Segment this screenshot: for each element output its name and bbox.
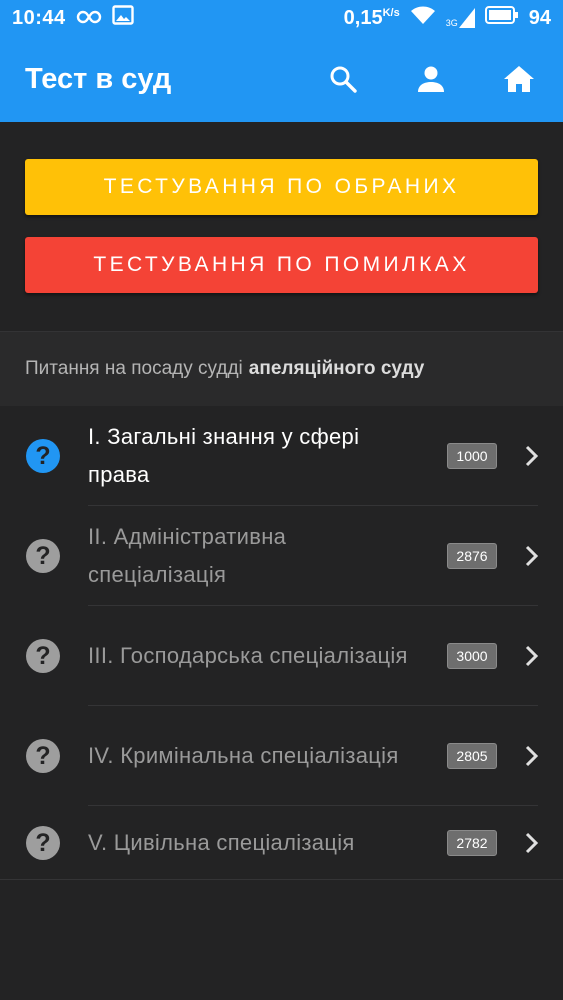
help-circle-icon: ?	[26, 639, 60, 673]
section-header-bold: апеляційного суду	[248, 358, 425, 379]
question-count-badge: 3000	[447, 643, 497, 669]
search-button[interactable]	[299, 36, 387, 122]
help-circle-icon: ?	[26, 439, 60, 473]
chevron-right-icon	[520, 744, 544, 768]
item-label: V. Цивільна спеціалізація	[88, 830, 355, 855]
app-bar: Тест в суд	[0, 36, 563, 122]
signal-icon: 3G	[446, 8, 475, 28]
list-item-general-law[interactable]: ? І. Загальні знання у сфері права 1000	[0, 406, 563, 506]
image-icon	[111, 5, 134, 31]
test-favorites-button[interactable]: ТЕСТУВАННЯ ПО ОБРАНИХ	[25, 159, 538, 215]
chevron-right-icon	[520, 444, 544, 468]
item-label: ІІІ. Господарська спеціалізація	[88, 643, 408, 668]
status-time: 10:44	[12, 6, 66, 29]
wifi-icon	[410, 5, 436, 31]
chevron-right-icon	[520, 644, 544, 668]
search-icon	[330, 66, 357, 93]
question-count-badge: 1000	[447, 443, 497, 469]
item-label: ІІ. Адміністративна спеціалізація	[88, 524, 287, 587]
question-count-badge: 2805	[447, 743, 497, 769]
test-mistakes-button[interactable]: ТЕСТУВАННЯ ПО ПОМИЛКАХ	[25, 237, 538, 293]
list-item-civil[interactable]: ? V. Цивільна спеціалізація 2782	[0, 806, 563, 880]
divider	[0, 879, 563, 880]
app-title: Тест в суд	[25, 62, 172, 95]
test-buttons-area: ТЕСТУВАННЯ ПО ОБРАНИХ ТЕСТУВАННЯ ПО ПОМИ…	[0, 122, 563, 332]
section-header-prefix: Питання на посаду судді	[25, 358, 243, 379]
help-circle-icon: ?	[26, 826, 60, 860]
battery-level: 94	[528, 6, 551, 29]
infinity-icon	[76, 7, 102, 30]
chevron-right-icon	[520, 831, 544, 855]
item-label: IV. Кримінальна спеціалізація	[88, 743, 399, 768]
item-label: І. Загальні знання у сфері права	[88, 424, 360, 487]
section-header: Питання на посаду судді апеляційного суд…	[0, 332, 563, 406]
home-icon	[504, 66, 534, 92]
list-item-criminal[interactable]: ? IV. Кримінальна спеціалізація 2805	[0, 706, 563, 806]
network-speed: 0,15K/s	[343, 6, 400, 29]
help-circle-icon: ?	[26, 539, 60, 573]
question-count-badge: 2876	[447, 543, 497, 569]
account-icon	[418, 66, 444, 92]
list-item-administrative[interactable]: ? ІІ. Адміністративна спеціалізація 2876	[0, 506, 563, 606]
home-button[interactable]	[475, 36, 563, 122]
help-circle-icon: ?	[26, 739, 60, 773]
list-item-commercial[interactable]: ? ІІІ. Господарська спеціалізація 3000	[0, 606, 563, 706]
account-button[interactable]	[387, 36, 475, 122]
chevron-right-icon	[520, 544, 544, 568]
question-count-badge: 2782	[447, 830, 497, 856]
battery-icon	[484, 6, 519, 30]
category-list: ? І. Загальні знання у сфері права 1000 …	[0, 406, 563, 880]
status-bar: 10:44 0,15K/s 3G 94	[0, 0, 563, 36]
